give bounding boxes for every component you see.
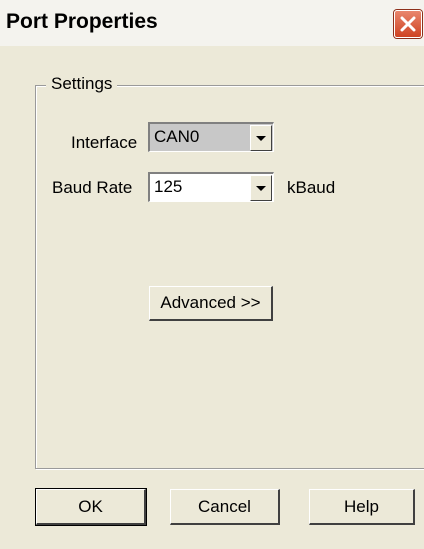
advanced-button[interactable]: Advanced >> <box>149 286 273 321</box>
interface-label: Interface <box>71 133 138 152</box>
close-icon <box>400 16 416 32</box>
ok-button[interactable]: OK <box>35 488 147 526</box>
window-title: Port Properties <box>6 10 158 33</box>
baud-rate-label: Baud Rate <box>52 178 133 197</box>
help-button[interactable]: Help <box>309 489 415 525</box>
interface-select[interactable]: CAN0 <box>148 122 274 152</box>
chevron-down-icon[interactable] <box>250 175 272 201</box>
chevron-down-icon[interactable] <box>250 125 272 151</box>
settings-group-label: Settings <box>46 74 118 94</box>
cancel-button[interactable]: Cancel <box>170 489 280 525</box>
interface-select-value: CAN0 <box>154 127 200 146</box>
baud-rate-select[interactable]: 125 <box>148 172 274 202</box>
close-button[interactable] <box>394 10 422 38</box>
baud-rate-unit: kBaud <box>287 178 336 197</box>
title-bar[interactable]: Port Properties <box>0 0 424 46</box>
baud-rate-select-value: 125 <box>154 177 183 196</box>
